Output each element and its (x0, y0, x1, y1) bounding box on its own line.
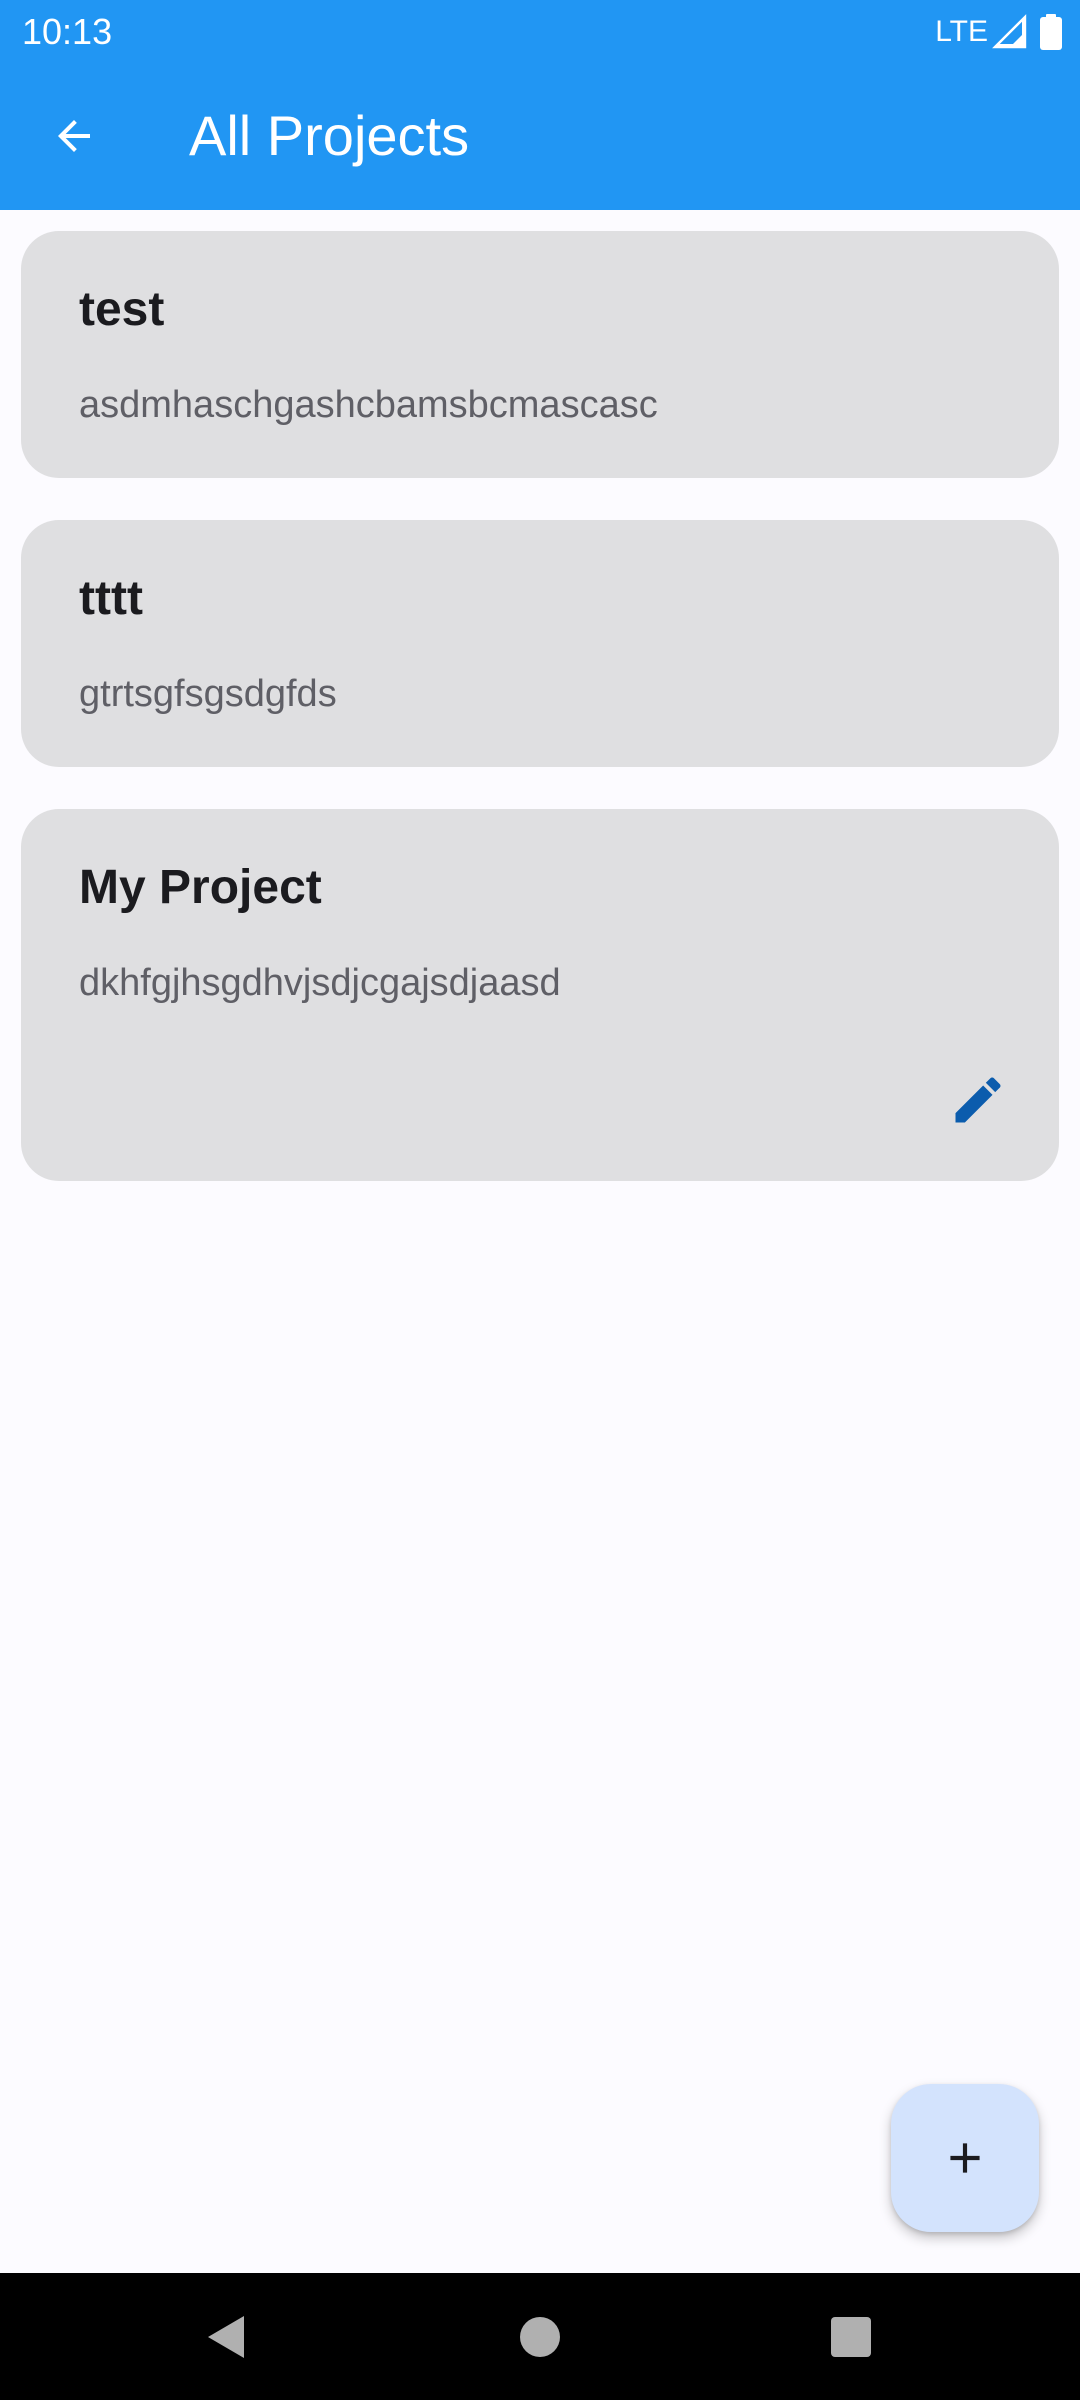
add-project-button[interactable] (891, 2084, 1039, 2232)
network-type-label: LTE (935, 15, 988, 48)
home-circle-icon (520, 2317, 560, 2357)
nav-home-button[interactable] (500, 2297, 580, 2377)
project-description: asdmhaschgashcbamsbcmascasc (79, 384, 658, 426)
plus-icon (950, 2143, 980, 2173)
signal-icon (992, 14, 1027, 49)
project-card[interactable]: tttt gtrtsgfsgsdgfds (21, 520, 1059, 767)
battery-icon (1040, 14, 1062, 50)
system-navigation-bar (0, 2273, 1080, 2400)
recents-square-icon (831, 2317, 871, 2357)
status-bar: 10:13 LTE (0, 0, 1080, 63)
edit-project-button[interactable] (945, 1067, 1011, 1133)
nav-back-button[interactable] (186, 2297, 266, 2377)
screen: 10:13 LTE All Projects test asdmhaschgas… (0, 0, 1080, 2400)
status-time: 10:13 (22, 11, 113, 52)
app-bar: All Projects (0, 63, 1080, 210)
project-card[interactable]: test asdmhaschgashcbamsbcmascasc (21, 231, 1059, 478)
status-icons: LTE (935, 12, 1062, 52)
nav-recents-button[interactable] (811, 2297, 891, 2377)
project-card[interactable]: My Project dkhfgjhsgdhvjsdjcgajsdjaasd (21, 809, 1059, 1181)
project-title: tttt (79, 572, 143, 625)
pencil-edit-icon (955, 1077, 1001, 1123)
page-title: All Projects (189, 104, 470, 167)
back-button[interactable] (34, 96, 114, 176)
project-description: gtrtsgfsgsdgfds (79, 673, 337, 715)
back-triangle-icon (208, 2316, 244, 2358)
project-title: My Project (79, 861, 322, 914)
arrow-back-icon (58, 120, 90, 152)
project-description: dkhfgjhsgdhvjsdjcgajsdjaasd (79, 962, 561, 1004)
project-title: test (79, 283, 165, 336)
